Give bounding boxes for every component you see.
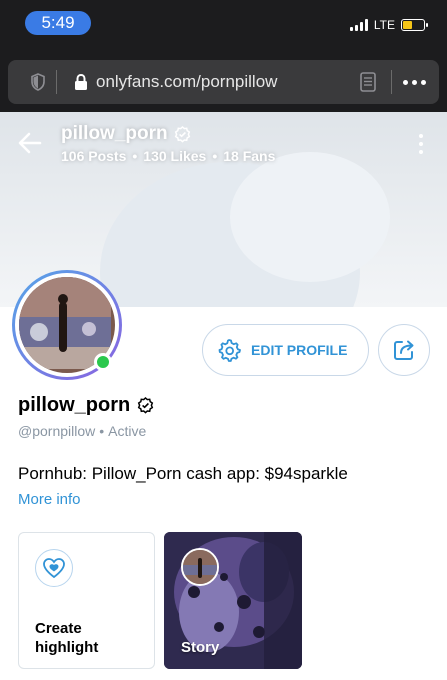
status-time: 5:49 (25, 11, 91, 35)
likes-count: 130 Likes (143, 148, 207, 164)
story-avatar (181, 548, 219, 586)
address-bar[interactable]: onlyfans.com/pornpillow (8, 60, 439, 104)
online-status-dot (94, 353, 112, 371)
header-stats: 106 Posts • 130 Likes • 18 Fans (61, 148, 276, 164)
cover-decoration (230, 152, 390, 282)
profile-handle: @pornpillow (18, 423, 96, 439)
verified-icon (174, 125, 190, 143)
battery-icon (401, 19, 428, 31)
back-arrow-icon[interactable] (18, 132, 42, 154)
more-options-icon[interactable] (419, 134, 423, 154)
status-indicators: LTE (349, 18, 428, 32)
edit-profile-label: EDIT PROFILE (251, 342, 348, 358)
divider (56, 70, 57, 94)
header-username: pillow_porn (61, 123, 191, 145)
gear-icon (218, 339, 241, 362)
verified-icon (137, 397, 154, 414)
story-card[interactable]: Story (164, 532, 302, 669)
edit-profile-button[interactable]: EDIT PROFILE (202, 324, 369, 376)
share-icon (394, 340, 414, 360)
fans-count: 18 Fans (223, 148, 276, 164)
create-highlight-label: Create highlight (35, 619, 98, 657)
profile-bio: Pornhub: Pillow_Porn cash app: $94sparkl… (18, 464, 348, 483)
browser-menu-icon[interactable] (403, 80, 426, 85)
url-text[interactable]: onlyfans.com/pornpillow (96, 72, 277, 92)
share-button[interactable] (378, 324, 430, 376)
lock-icon (75, 73, 87, 90)
heart-plus-icon (35, 549, 73, 587)
browser-toolbar: onlyfans.com/pornpillow (0, 50, 447, 112)
status-bar: 5:49 LTE (0, 0, 447, 50)
network-label: LTE (373, 18, 395, 32)
more-info-link[interactable]: More info (18, 491, 81, 508)
shield-icon[interactable] (30, 73, 46, 91)
profile-name-text: pillow_porn (18, 394, 131, 416)
header-name-text: pillow_porn (61, 123, 168, 144)
profile-handle-row: @pornpillow • Active (18, 423, 147, 439)
reader-mode-icon[interactable] (360, 72, 376, 92)
create-highlight-line1: Create (35, 620, 82, 637)
create-highlight-line2: highlight (35, 639, 99, 656)
divider (391, 70, 392, 94)
create-highlight-card[interactable]: Create highlight (18, 532, 155, 669)
profile-name: pillow_porn (18, 394, 154, 417)
profile-status: Active (108, 423, 147, 439)
posts-count: 106 Posts (61, 148, 127, 164)
signal-icon (349, 19, 368, 31)
story-label: Story (181, 639, 220, 656)
